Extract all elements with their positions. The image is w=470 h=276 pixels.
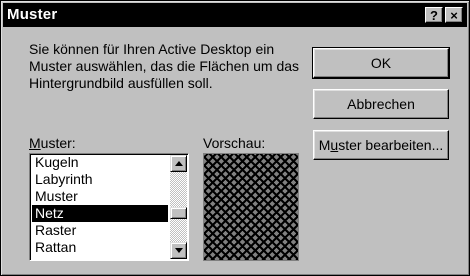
list-scrollbar[interactable] — [170, 155, 187, 259]
pattern-list-items: Kugeln Labyrinth Muster Netz Raster Ratt… — [32, 154, 168, 256]
scroll-thumb[interactable] — [170, 207, 187, 219]
cancel-button[interactable]: Abbrechen — [313, 89, 449, 119]
title-bar[interactable]: Muster ? × — [3, 3, 467, 27]
list-item[interactable]: Rattan — [32, 239, 168, 256]
close-button[interactable]: × — [445, 7, 463, 23]
pattern-preview — [203, 153, 299, 261]
edit-pattern-label-suffix: ster bearbeiten... — [338, 137, 444, 153]
pattern-list-label-rest: uster: — [40, 135, 76, 151]
scroll-up-button[interactable] — [170, 155, 187, 172]
help-button[interactable]: ? — [425, 7, 443, 23]
arrow-down-icon — [175, 248, 183, 253]
arrow-up-icon — [175, 161, 183, 166]
ok-button[interactable]: OK — [312, 47, 450, 79]
pattern-listbox[interactable]: Kugeln Labyrinth Muster Netz Raster Ratt… — [29, 153, 189, 261]
window-title: Muster — [7, 6, 58, 23]
edit-pattern-label-prefix: M — [318, 137, 331, 153]
description-text: Sie können für Ihren Active Desktop ein … — [29, 41, 300, 91]
scroll-down-button[interactable] — [170, 242, 187, 259]
list-item-selected[interactable]: Netz — [32, 205, 168, 222]
list-item[interactable]: Kugeln — [32, 154, 168, 171]
list-item[interactable]: Muster — [32, 188, 168, 205]
pattern-list-label-accel: M — [29, 135, 41, 151]
pattern-list-label: Muster: — [29, 135, 76, 151]
edit-pattern-button[interactable]: Muster bearbeiten... — [313, 130, 449, 160]
list-item[interactable]: Raster — [32, 222, 168, 239]
preview-label: Vorschau: — [203, 135, 266, 151]
list-item[interactable]: Labyrinth — [32, 171, 168, 188]
pattern-dialog: Muster ? × Sie können für Ihren Active D… — [0, 0, 470, 276]
